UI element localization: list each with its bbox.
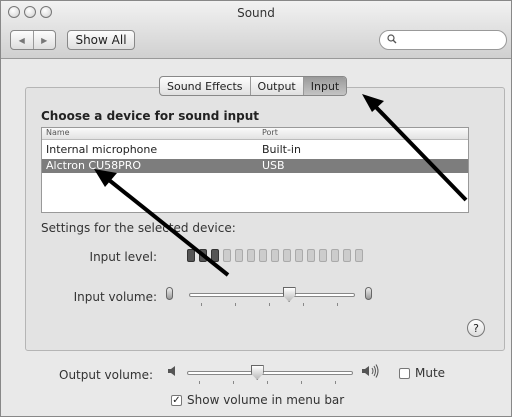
input-level-label: Input level: bbox=[89, 250, 157, 264]
sound-preferences-window: Sound ◀ ▶ Show All Sound Effects Output … bbox=[0, 0, 512, 417]
magnifier-icon bbox=[387, 34, 397, 47]
tab-input[interactable]: Input bbox=[302, 77, 347, 95]
title-bar: Sound ◀ ▶ Show All bbox=[1, 1, 511, 59]
level-segment bbox=[343, 249, 351, 262]
slider-tick bbox=[235, 303, 236, 306]
level-segment bbox=[199, 249, 207, 262]
window-title: Sound bbox=[237, 6, 275, 20]
device-name: Alctron CU58PRO bbox=[46, 159, 142, 172]
mute-checkbox[interactable] bbox=[399, 368, 410, 379]
level-segment bbox=[187, 249, 195, 262]
device-port: Built-in bbox=[262, 143, 301, 156]
table-header bbox=[42, 128, 468, 140]
speaker-low-icon bbox=[167, 365, 179, 381]
level-segment bbox=[295, 249, 303, 262]
device-port: USB bbox=[262, 159, 285, 172]
slider-tick bbox=[233, 381, 234, 384]
level-segment bbox=[211, 249, 219, 262]
column-header-port[interactable]: Port bbox=[262, 128, 278, 140]
tab-sound-effects[interactable]: Sound Effects bbox=[160, 77, 250, 95]
device-table: Name Port Internal microphone Built-in A… bbox=[41, 127, 469, 213]
input-volume-track[interactable] bbox=[189, 293, 355, 297]
level-segment bbox=[259, 249, 267, 262]
microphone-high-icon bbox=[365, 287, 372, 300]
help-button[interactable]: ? bbox=[467, 319, 485, 337]
back-icon[interactable]: ◀ bbox=[11, 31, 33, 49]
level-segment bbox=[235, 249, 243, 262]
speaker-high-icon bbox=[361, 364, 381, 382]
table-row[interactable]: Internal microphone Built-in bbox=[42, 143, 468, 157]
mute-label: Mute bbox=[415, 366, 446, 380]
tab-output[interactable]: Output bbox=[249, 77, 303, 95]
slider-tick bbox=[267, 381, 268, 384]
show-all-button[interactable]: Show All bbox=[67, 30, 135, 50]
level-segment bbox=[331, 249, 339, 262]
section-title: Choose a device for sound input bbox=[41, 109, 259, 123]
input-level-meter bbox=[187, 249, 363, 262]
back-forward-control: ◀ ▶ bbox=[10, 30, 56, 50]
output-volume-track[interactable] bbox=[187, 371, 353, 375]
level-segment bbox=[271, 249, 279, 262]
forward-icon[interactable]: ▶ bbox=[32, 31, 56, 49]
search-field[interactable] bbox=[379, 30, 507, 50]
checkmark-icon: ✓ bbox=[172, 395, 181, 406]
input-volume-label: Input volume: bbox=[73, 290, 157, 304]
column-header-name[interactable]: Name bbox=[46, 128, 70, 140]
slider-tick bbox=[269, 303, 270, 306]
level-segment bbox=[307, 249, 315, 262]
slider-tick bbox=[199, 381, 200, 384]
slider-tick bbox=[201, 303, 202, 306]
slider-tick bbox=[303, 303, 304, 306]
show-volume-in-menubar-checkbox[interactable]: ✓ bbox=[171, 395, 182, 406]
level-segment bbox=[247, 249, 255, 262]
level-segment bbox=[283, 249, 291, 262]
microphone-low-icon bbox=[166, 287, 173, 300]
tab-bar: Sound Effects Output Input bbox=[159, 76, 348, 96]
slider-tick bbox=[337, 303, 338, 306]
output-volume-label: Output volume: bbox=[59, 368, 153, 382]
show-volume-in-menubar-label: Show volume in menu bar bbox=[187, 393, 345, 407]
slider-tick bbox=[301, 381, 302, 384]
output-volume-slider-knob[interactable] bbox=[250, 365, 264, 380]
settings-label: Settings for the selected device: bbox=[41, 221, 236, 235]
table-row-selected[interactable]: Alctron CU58PRO USB bbox=[42, 159, 468, 173]
slider-tick bbox=[335, 381, 336, 384]
level-segment bbox=[319, 249, 327, 262]
device-name: Internal microphone bbox=[46, 143, 158, 156]
level-segment bbox=[355, 249, 363, 262]
level-segment bbox=[223, 249, 231, 262]
